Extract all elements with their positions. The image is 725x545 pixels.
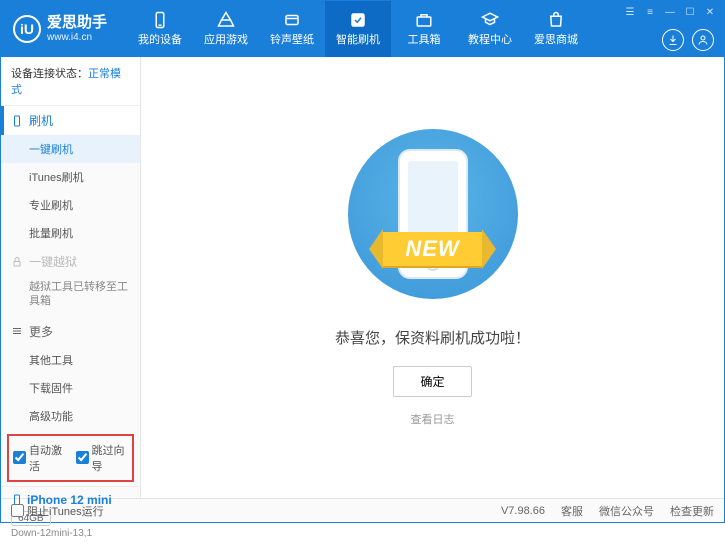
sidebar-item-advanced[interactable]: 高级功能 <box>1 402 140 430</box>
window-controls: ☰ ≡ — ☐ ✕ <box>622 5 718 19</box>
nav-label: 我的设备 <box>138 31 182 47</box>
checkbox-block-itunes[interactable]: 阻止iTunes运行 <box>11 503 104 519</box>
auto-activate-input[interactable] <box>13 451 26 464</box>
apps-icon <box>217 11 235 29</box>
checkbox-label: 阻止iTunes运行 <box>27 503 104 519</box>
nav-label: 教程中心 <box>468 31 512 47</box>
hero-illustration: NEW <box>348 129 518 299</box>
confirm-button[interactable]: 确定 <box>393 366 471 397</box>
lock-icon <box>11 256 23 268</box>
nav-tutorial[interactable]: 教程中心 <box>457 1 523 57</box>
close-icon[interactable]: ✕ <box>702 5 718 19</box>
nav-ringtones[interactable]: 铃声壁纸 <box>259 1 325 57</box>
section-title: 一键越狱 <box>29 253 77 270</box>
checkbox-label: 跳过向导 <box>92 442 129 474</box>
connection-status: 设备连接状态：正常模式 <box>1 57 140 106</box>
sidebar-item-download-firmware[interactable]: 下载固件 <box>1 374 140 402</box>
section-title: 更多 <box>29 323 53 340</box>
new-ribbon: NEW <box>328 229 538 269</box>
tutorial-icon <box>481 11 499 29</box>
brand: iU 爱思助手 www.i4.cn <box>1 14 119 44</box>
checkbox-skip-setup[interactable]: 跳过向导 <box>76 442 129 474</box>
flash-icon <box>349 11 367 29</box>
titlebar: iU 爱思助手 www.i4.cn 我的设备 应用游戏 铃声壁纸 智能刷机 工具… <box>1 1 724 57</box>
settings-icon[interactable]: ☰ <box>622 5 638 19</box>
store-icon <box>547 11 565 29</box>
ribbon-text: NEW <box>383 232 481 266</box>
brand-logo-icon: iU <box>13 15 41 43</box>
main-nav: 我的设备 应用游戏 铃声壁纸 智能刷机 工具箱 教程中心 爱思商城 <box>127 1 589 57</box>
check-update-link[interactable]: 检查更新 <box>670 503 714 519</box>
view-log-link[interactable]: 查看日志 <box>411 411 455 427</box>
header-actions <box>662 29 714 51</box>
nav-label: 爱思商城 <box>534 31 578 47</box>
nav-label: 工具箱 <box>408 31 441 47</box>
menu-icon[interactable]: ≡ <box>642 5 658 19</box>
brand-url: www.i4.cn <box>47 32 107 44</box>
options-highlight: 自动激活 跳过向导 <box>7 434 134 482</box>
success-message: 恭喜您，保资料刷机成功啦！ <box>335 327 530 348</box>
maximize-icon[interactable]: ☐ <box>682 5 698 19</box>
user-icon[interactable] <box>692 29 714 51</box>
checkbox-label: 自动激活 <box>29 442 66 474</box>
wechat-link[interactable]: 微信公众号 <box>599 503 654 519</box>
nav-label: 铃声壁纸 <box>270 31 314 47</box>
nav-store[interactable]: 爱思商城 <box>523 1 589 57</box>
download-icon[interactable] <box>662 29 684 51</box>
sidebar-item-batch-flash[interactable]: 批量刷机 <box>1 219 140 247</box>
block-itunes-input[interactable] <box>11 504 24 517</box>
support-link[interactable]: 客服 <box>561 503 583 519</box>
sidebar: 设备连接状态：正常模式 刷机 一键刷机 iTunes刷机 专业刷机 批量刷机 一… <box>1 57 141 498</box>
nav-toolbox[interactable]: 工具箱 <box>391 1 457 57</box>
version-label: V7.98.66 <box>501 505 545 517</box>
main-content: NEW 恭喜您，保资料刷机成功啦！ 确定 查看日志 <box>141 57 724 498</box>
nav-flash[interactable]: 智能刷机 <box>325 1 391 57</box>
sidebar-section-jailbreak: 一键越狱 <box>1 247 140 276</box>
sidebar-item-itunes-flash[interactable]: iTunes刷机 <box>1 163 140 191</box>
sidebar-section-more[interactable]: 更多 <box>1 317 140 346</box>
brand-name: 爱思助手 <box>47 14 107 32</box>
nav-my-device[interactable]: 我的设备 <box>127 1 193 57</box>
skip-setup-input[interactable] <box>76 451 89 464</box>
sidebar-item-oneclick-flash[interactable]: 一键刷机 <box>1 135 140 163</box>
toolbox-icon <box>415 11 433 29</box>
jailbreak-note: 越狱工具已转移至工具箱 <box>1 276 140 317</box>
nav-label: 应用游戏 <box>204 31 248 47</box>
sidebar-item-other-tools[interactable]: 其他工具 <box>1 346 140 374</box>
ringtone-icon <box>283 11 301 29</box>
device-icon <box>151 11 169 29</box>
device-model: Down-12mini-13,1 <box>11 528 130 539</box>
conn-label: 设备连接状态： <box>11 68 88 80</box>
nav-label: 智能刷机 <box>336 31 380 47</box>
list-icon <box>11 325 23 337</box>
checkbox-auto-activate[interactable]: 自动激活 <box>13 442 66 474</box>
nav-apps[interactable]: 应用游戏 <box>193 1 259 57</box>
sidebar-section-flash[interactable]: 刷机 <box>1 106 140 135</box>
phone-icon <box>11 115 23 127</box>
minimize-icon[interactable]: — <box>662 5 678 19</box>
sidebar-item-pro-flash[interactable]: 专业刷机 <box>1 191 140 219</box>
section-title: 刷机 <box>29 112 53 129</box>
